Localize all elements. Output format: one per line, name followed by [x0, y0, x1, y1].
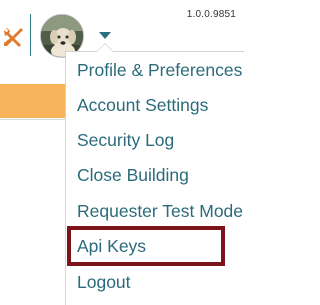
- user-dropdown-menu: Profile & Preferences Account Settings S…: [65, 43, 244, 305]
- wrench-screwdriver-icon[interactable]: [1, 25, 25, 49]
- menu-item-logout[interactable]: Logout: [77, 271, 131, 293]
- app-version: 1.0.0.9851: [186, 9, 236, 20]
- menu-item-security-log[interactable]: Security Log: [77, 129, 174, 151]
- menu-item-close-building[interactable]: Close Building: [77, 164, 189, 186]
- menu-caret: [96, 43, 114, 52]
- header-bar: [0, 84, 66, 118]
- menu-item-requester-test-mode[interactable]: Requester Test Mode: [77, 200, 243, 222]
- header-divider: [0, 119, 66, 120]
- menu-item-profile-preferences[interactable]: Profile & Preferences: [77, 59, 242, 81]
- toolbar-separator: [30, 14, 31, 56]
- menu-item-account-settings[interactable]: Account Settings: [77, 94, 208, 116]
- menu-item-api-keys[interactable]: Api Keys: [77, 235, 146, 257]
- chevron-down-icon[interactable]: [99, 32, 111, 39]
